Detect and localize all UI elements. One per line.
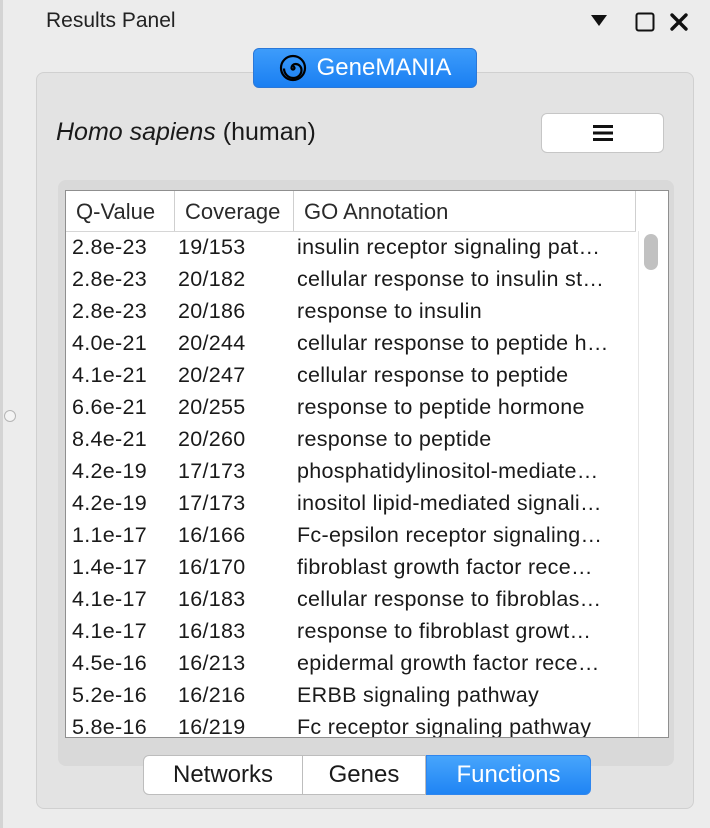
table-row[interactable]: 5.2e-16 16/216 ERBB signaling pathway [66,679,636,711]
cell-go-annotation: response to peptide [297,427,492,451]
cell-coverage: 20/260 [178,427,246,451]
table-row[interactable]: 8.4e-21 20/260 response to peptide [66,423,636,455]
cell-go-annotation: response to peptide hormone [297,395,585,419]
square-icon [635,12,655,32]
table-row[interactable]: 4.2e-19 17/173 phosphatidylinositol-mediat… [66,455,636,487]
table-row[interactable]: 4.2e-19 17/173 inositol lipid-mediated sig… [66,487,636,519]
cell-qvalue: 4.2e-19 [72,459,148,483]
table-row[interactable]: 5.8e-16 16/219 Fc receptor signaling pathw… [66,711,636,738]
spiral-logo-icon [279,54,306,82]
cell-qvalue: 2.8e-23 [72,299,148,323]
table-body: 2.8e-23 19/153 insulin receptor signaling … [66,231,636,738]
cell-qvalue: 1.1e-17 [72,523,148,547]
table-row[interactable]: 4.5e-16 16/213 epidermal growth factor rec… [66,647,636,679]
panel-menu-button[interactable] [588,10,610,32]
cell-go-annotation: response to fibroblast growt… [297,619,592,643]
cell-coverage: 16/183 [178,587,246,611]
table-row[interactable]: 4.1e-21 20/247 cellular response to peptid… [66,359,636,391]
cell-coverage: 20/186 [178,299,246,323]
table-row[interactable]: 4.0e-21 20/244 cellular response to peptid… [66,327,636,359]
left-border [0,0,3,828]
cell-coverage: 20/244 [178,331,246,355]
cell-qvalue: 2.8e-23 [72,235,148,259]
cell-qvalue: 6.6e-21 [72,395,148,419]
cell-qvalue: 8.4e-21 [72,427,148,451]
cell-go-annotation: insulin receptor signaling pat… [297,235,601,259]
cell-coverage: 20/247 [178,363,246,387]
cell-qvalue: 4.0e-21 [72,331,148,355]
cell-qvalue: 2.8e-23 [72,267,148,291]
cell-go-annotation: cellular response to fibroblas… [297,587,602,611]
cell-coverage: 17/173 [178,459,246,483]
tab-genes[interactable]: Genes [303,755,426,795]
cell-qvalue: 5.8e-16 [72,715,148,738]
splitter-handle[interactable] [4,410,16,422]
column-header-qvalue[interactable]: Q-Value [66,191,174,231]
triangle-down-icon [591,15,607,26]
cell-go-annotation: Fc receptor signaling pathway [297,715,592,738]
scrollbar-thumb[interactable] [644,234,658,270]
cell-go-annotation: ERBB signaling pathway [297,683,540,707]
organism-label: Homo sapiens (human) [56,118,316,147]
cell-go-annotation: cellular response to peptide h… [297,331,609,355]
organism-scientific: Homo sapiens [56,118,216,146]
cell-go-annotation: Fc-epsilon receptor signaling… [297,523,603,547]
table-row[interactable]: 1.1e-17 16/166 Fc-epsilon receptor signali… [66,519,636,551]
table-row[interactable]: 2.8e-23 19/153 insulin receptor signaling … [66,231,636,263]
x-icon [670,13,688,31]
cell-go-annotation: inositol lipid-mediated signali… [297,491,602,515]
genemania-label: GeneMANIA [316,54,452,81]
cell-go-annotation: cellular response to insulin st… [297,267,605,291]
table-header: Q-Value Coverage GO Annotation [66,191,636,232]
close-button[interactable] [668,10,690,34]
cell-coverage: 16/183 [178,619,246,643]
tab-functions[interactable]: Functions [426,755,591,795]
cell-go-annotation: cellular response to peptide [297,363,569,387]
cell-go-annotation: response to insulin [297,299,482,323]
table-row[interactable]: 6.6e-21 20/255 response to peptide hormone [66,391,636,423]
table-row[interactable]: 4.1e-17 16/183 response to fibroblast grow… [66,615,636,647]
cell-qvalue: 1.4e-17 [72,555,148,579]
cell-coverage: 16/213 [178,651,246,675]
cell-go-annotation: epidermal growth factor rece… [297,651,600,675]
column-header-coverage[interactable]: Coverage [174,191,293,231]
result-tabs: Networks Genes Functions [143,755,591,797]
tab-networks[interactable]: Networks [143,755,303,795]
cell-qvalue: 4.2e-19 [72,491,148,515]
panel-title: Results Panel [46,9,176,32]
cell-coverage: 17/173 [178,491,246,515]
cell-coverage: 20/255 [178,395,246,419]
cell-coverage: 16/216 [178,683,246,707]
table-row[interactable]: 1.4e-17 16/170 fibroblast growth factor re… [66,551,636,583]
genemania-button[interactable]: GeneMANIA [253,48,477,88]
organism-common: (human) [222,118,316,146]
cell-coverage: 20/182 [178,267,246,291]
hamburger-menu-icon [592,125,613,141]
cell-go-annotation: fibroblast growth factor rece… [297,555,593,579]
functions-table: Q-Value Coverage GO Annotation 2.8e-23 19… [65,190,669,738]
table-row[interactable]: 2.8e-23 20/186 response to insulin [66,295,636,327]
cell-coverage: 19/153 [178,235,246,259]
options-menu-button[interactable] [541,113,664,153]
cell-qvalue: 4.1e-17 [72,587,148,611]
column-header-go-annotation[interactable]: GO Annotation [293,191,636,231]
cell-coverage: 16/166 [178,523,246,547]
maximize-button[interactable] [635,12,655,32]
cell-go-annotation: phosphatidylinositol-mediate… [297,459,599,483]
cell-qvalue: 4.5e-16 [72,651,148,675]
cell-coverage: 16/219 [178,715,246,738]
cell-qvalue: 4.1e-17 [72,619,148,643]
scrollbar-track[interactable] [638,231,668,737]
table-row[interactable]: 4.1e-17 16/183 cellular response to fibrob… [66,583,636,615]
table-row[interactable]: 2.8e-23 20/182 cellular response to insuli… [66,263,636,295]
cell-qvalue: 5.2e-16 [72,683,148,707]
cell-coverage: 16/170 [178,555,246,579]
cell-qvalue: 4.1e-21 [72,363,148,387]
